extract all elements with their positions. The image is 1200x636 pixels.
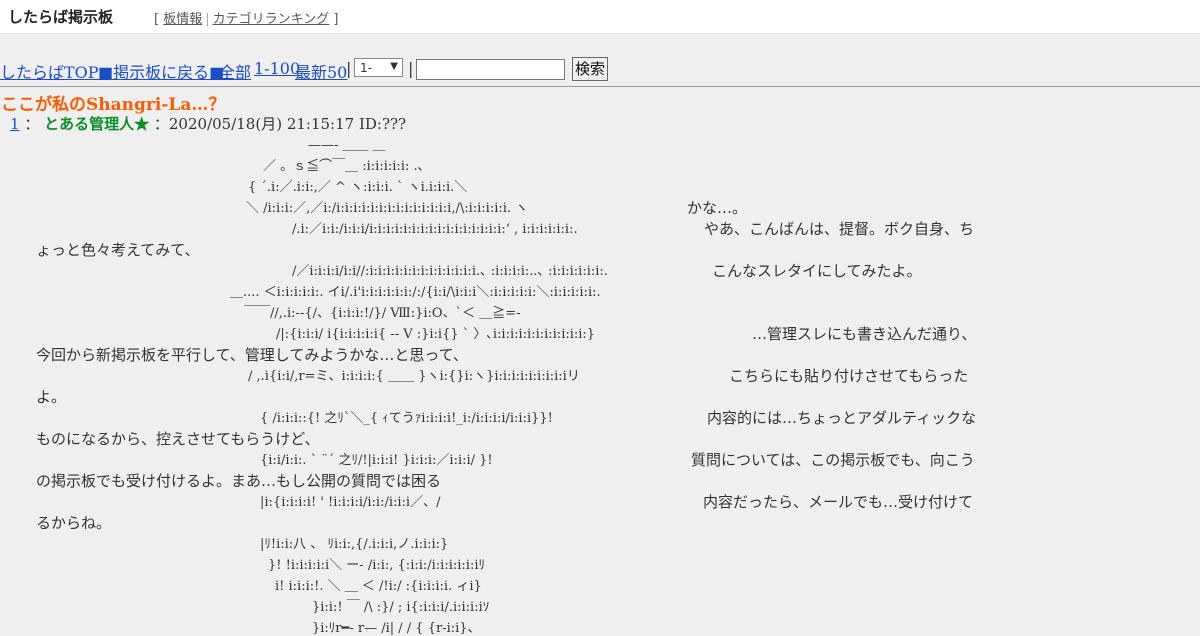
latest-50-link[interactable]: 最新50	[295, 59, 347, 83]
message-line: かな…。	[687, 199, 748, 217]
message-line: ょっと色々考えてみて、	[36, 241, 200, 259]
ascii-art-line: |i:{i:i:i:i! ' !i:i:i:i/i:i:/i:i:i／、/	[260, 495, 441, 510]
search-button[interactable]: 検索	[572, 57, 608, 81]
separator: |	[408, 59, 414, 78]
shitaraba-top-link[interactable]: したらばTOP	[0, 59, 99, 83]
ascii-art-line: i! i:i:i:!. ＼ ＿ ＜ /!i:/ :{i:i:i:i. ィi}	[275, 579, 482, 594]
message-line: …管理スレにも書き込んだ通り、	[752, 325, 977, 343]
message-line: ものになるから、控えさせてもらうけど、	[36, 430, 320, 448]
message-line: 内容的には…ちょっとアダルティックな	[707, 409, 977, 427]
range-select[interactable]: 1- ▼	[354, 58, 403, 77]
ascii-art-line: |ﾘ!i:i:八 、 ﾘi:i:,{/.i:i:i,ノ.i:i:i:}	[260, 537, 449, 552]
post-header: 1 ： とある管理人★ ：2020/05/18(月) 21:15:17 ID:?…	[10, 115, 407, 133]
message-line: 今回から新掲示板を平行して、管理してみようかな…と思って、	[36, 346, 468, 364]
separator: |	[346, 59, 352, 78]
category-ranking-link[interactable]: カテゴリランキング	[213, 12, 330, 27]
dropdown-arrow-icon: ▼	[390, 61, 398, 72]
ascii-art-line: { /i:i:i::{! 之ﾘ`＼_{ ｨてうｧi:i:i:i!_i:/i:i:…	[260, 411, 553, 426]
svg-text:したらば掲示板: したらば掲示板	[8, 8, 114, 26]
ascii-art-line: ￣￣//,.i:--{/、{i:i:i:!/}/ Ⅷ:}i:O、`＜ ＿≧=-	[244, 306, 521, 321]
ascii-art-line: ——‐ ＿＿ ＿	[308, 138, 386, 153]
thread-navbar: したらばTOP ■掲示板に戻る■ 全部 1-100 最新50 | 1- ▼ | …	[0, 56, 1200, 87]
range-select-value: 1-	[360, 61, 372, 75]
ascii-art-line: /|:{i:i:i/ i{i:i:i:i:i{ -- V :}i:i{} ` 〉…	[276, 327, 596, 342]
board-info-link[interactable]: 板情報	[163, 12, 202, 27]
ascii-art-line: /／i:i:i:i/i:i//:i:i:i:i:i:i:i:i:i:i:i:i:…	[292, 264, 608, 279]
ascii-art-line: }i:i:! ￣ /\ :}/ ; i{:i:i:i/.i:i:i:iｿ	[312, 600, 490, 615]
back-to-board-link[interactable]: ■掲示板に戻る■	[98, 59, 224, 83]
message-line: 質問については、この掲示板でも、向こう	[691, 451, 975, 469]
all-posts-link[interactable]: 全部	[219, 59, 251, 83]
ascii-art-line: { ´.i:／.i:i:,／ ^ ヽ:i:i:i. ` ヽi.i:i:i.＼	[248, 180, 468, 195]
ascii-art-line: }i:ﾘr━- r— /i| / / { {r-i:i}、	[312, 621, 481, 636]
ascii-art-line: ＿.... ＜i:i:i:i:i:. イi/.i'i:i:i:i:i:i:/:/…	[230, 285, 601, 300]
message-line: やあ、こんばんは、提督。ボク自身、ち	[704, 220, 975, 238]
message-line: こちらにも貼り付けさせてもらった	[729, 367, 969, 385]
poster-name: とある管理人★	[44, 115, 150, 133]
post-number-link[interactable]: 1	[10, 115, 20, 133]
post-date: 2020/05/18(月) 21:15:17 ID:???	[168, 115, 407, 133]
search-input[interactable]	[416, 59, 565, 80]
shitaraba-logo[interactable]: したらば掲示板	[8, 6, 118, 26]
posts-1-100-link[interactable]: 1-100	[254, 59, 300, 78]
message-line: こんなスレタイにしてみたよ。	[712, 262, 922, 280]
board-links: [ 板情報 | カテゴリランキング ]	[154, 12, 339, 27]
ascii-art-line: / ,.i{i:i/,r=ミ、i:i:i:i:{ ＿＿ }ヽi:{}i:ヽ}i:…	[248, 369, 580, 384]
ascii-art-line: {i:i/i:i:. ` ¨´ 之ﾘ/!|i:i:i! }i:i:i:／i:i:…	[260, 453, 493, 468]
ascii-art-line: /.i:／i:i:/i:i:i/i:i:i:i:i:i:i:i:i:i:i:i:…	[292, 222, 578, 237]
thread-title: ここが私のShangri-La…？	[1, 95, 226, 115]
message-line: の掲示板でも受け付けるよ。まあ…もし公開の質問では困る	[36, 472, 442, 490]
message-line: よ。	[36, 388, 67, 406]
ascii-art-line: }! !i:i:i:i:i＼ ー‐ /i:i:, {:i:i:/i:i:i:i:…	[268, 558, 485, 573]
ascii-art-line: ＼ /i:i:i:／,／i:/i:i:i:i:i:i:i:i:i:i:i:i:i…	[246, 201, 529, 216]
message-line: 内容だったら、メールでも…受け付けて	[703, 493, 974, 511]
ascii-art-line: ／ 。ｓ≦⌒￣＿ :i:i:i:i:i: .､	[263, 159, 425, 174]
message-line: るからね。	[36, 514, 112, 532]
site-header: したらば掲示板 [ 板情報 | カテゴリランキング ]	[0, 0, 1200, 34]
